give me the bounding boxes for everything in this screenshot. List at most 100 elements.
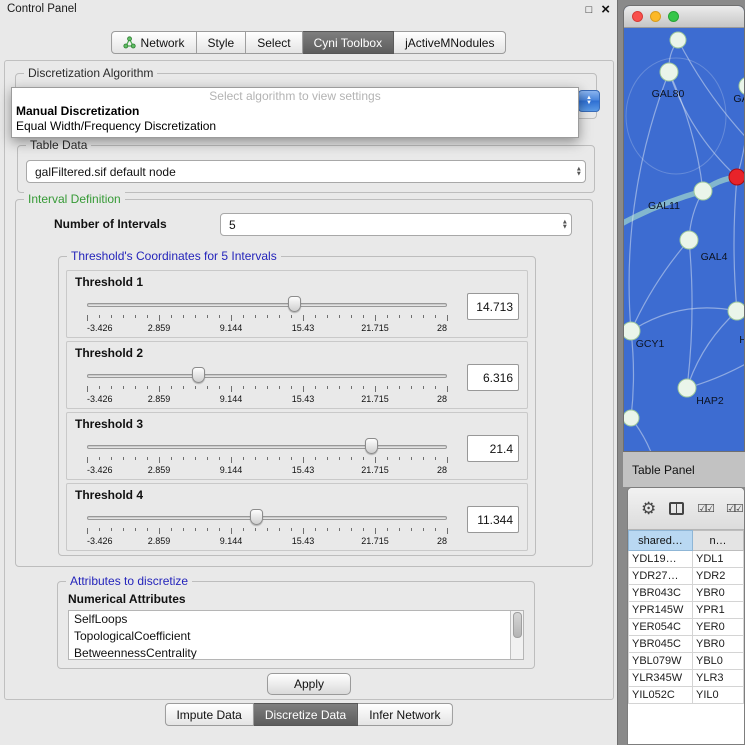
attribute-item[interactable]: TopologicalCoefficient — [69, 628, 523, 645]
gear-icon[interactable]: ⚙ — [641, 499, 656, 519]
table-cell[interactable]: YLR345W — [629, 670, 693, 687]
table-row[interactable]: YDR27…YDR2 — [629, 568, 744, 585]
network-node[interactable] — [624, 410, 639, 426]
algorithm-combobox-button[interactable]: ▲ ▼ — [578, 90, 600, 112]
column-header[interactable]: n… — [693, 531, 744, 551]
table-cell[interactable]: YDL1 — [693, 551, 744, 568]
cyni-mode-tab-impute-data[interactable]: Impute Data — [164, 703, 253, 726]
slider-thumb[interactable] — [192, 367, 205, 383]
threshold-slider[interactable]: -3.4262.8599.14415.4321.71528 — [87, 365, 447, 407]
apply-button[interactable]: Apply — [267, 673, 351, 695]
table-cell[interactable]: YDL19… — [629, 551, 693, 568]
network-window-titlebar[interactable] — [624, 6, 744, 28]
table-cell[interactable]: YER0 — [693, 619, 744, 636]
scrollbar-thumb[interactable] — [513, 612, 522, 638]
slider-track[interactable] — [87, 374, 447, 378]
toolbox-tab-bar: Network StyleSelectCyni ToolboxjActiveMNo… — [111, 31, 507, 54]
attribute-item[interactable]: SelfLoops — [69, 611, 523, 628]
toolbox-tab-select[interactable]: Select — [246, 31, 302, 54]
network-node[interactable] — [678, 379, 696, 397]
table-data-combobox[interactable]: galFiltered.sif default node ▲ ▼ — [26, 160, 586, 183]
toolbox-tab-style[interactable]: Style — [197, 31, 247, 54]
toolbox-tab-cyni-toolbox[interactable]: Cyni Toolbox — [303, 31, 394, 54]
table-cell[interactable]: YER054C — [629, 619, 693, 636]
columns-icon[interactable] — [669, 502, 684, 515]
table-row[interactable]: YER054CYER0 — [629, 619, 744, 636]
algorithm-option-placeholder[interactable]: Select algorithm to view settings — [12, 89, 578, 104]
table-row[interactable]: YPR145WYPR1 — [629, 602, 744, 619]
threshold-slider[interactable]: -3.4262.8599.14415.4321.71528 — [87, 507, 447, 549]
window-title: Control Panel — [7, 3, 77, 15]
minimize-traffic-light-icon[interactable] — [650, 11, 661, 22]
table-row[interactable]: YBR043CYBR0 — [629, 585, 744, 602]
threshold-panel: Threshold 3 -3.4262.8599.14415.4321.7152… — [66, 412, 528, 480]
slider-thumb[interactable] — [288, 296, 301, 312]
table-cell[interactable]: YLR3 — [693, 670, 744, 687]
table-cell[interactable]: YBR0 — [693, 585, 744, 602]
threshold-value-field[interactable]: 21.4 — [467, 435, 519, 462]
thresholds-group-label: Threshold's Coordinates for 5 Intervals — [67, 249, 281, 263]
stepper-down-icon: ▼ — [562, 225, 568, 231]
table-row[interactable]: YIL052CYIL0 — [629, 687, 744, 704]
network-edge — [734, 177, 737, 311]
slider-thumb[interactable] — [250, 509, 263, 525]
table-row[interactable]: YDL19…YDL1 — [629, 551, 744, 568]
network-node[interactable] — [670, 32, 686, 48]
attributes-scrollbar[interactable] — [510, 611, 523, 659]
slider-scale: -3.4262.8599.14415.4321.71528 — [87, 394, 447, 404]
table-cell[interactable]: YBR0 — [693, 636, 744, 653]
threshold-slider[interactable]: -3.4262.8599.14415.4321.71528 — [87, 294, 447, 336]
threshold-slider[interactable]: -3.4262.8599.14415.4321.71528 — [87, 436, 447, 478]
toolbox-tab-jactivemnodules[interactable]: jActiveMNodules — [394, 31, 506, 54]
table-cell[interactable]: YBR043C — [629, 585, 693, 602]
slider-thumb[interactable] — [365, 438, 378, 454]
cyni-mode-tab-bar: Impute Data Discretize DataInfer Network — [164, 703, 452, 726]
table-cell[interactable]: YDR2 — [693, 568, 744, 585]
network-node[interactable] — [728, 302, 745, 320]
cyni-mode-tab-infer-network[interactable]: Infer Network — [358, 703, 452, 726]
table-row[interactable]: YBL079WYBL0 — [629, 653, 744, 670]
select-columns-icon[interactable]: ☑☑ — [697, 502, 713, 515]
network-node[interactable] — [660, 63, 678, 81]
threshold-value-field[interactable]: 11.344 — [467, 506, 519, 533]
close-window-icon[interactable]: × — [601, 3, 610, 17]
cyni-mode-tab-discretize-data[interactable]: Discretize Data — [254, 703, 358, 726]
scale-tick-label: -3.426 — [87, 465, 113, 475]
toolbox-tab-network[interactable]: Network — [111, 31, 197, 54]
column-header[interactable]: shared… — [629, 531, 693, 551]
select-all-columns-icon[interactable]: ☑☑ — [726, 502, 742, 515]
slider-scale: -3.4262.8599.14415.4321.71528 — [87, 465, 447, 475]
network-canvas[interactable]: GAL80GAGAL11GAL4HGCY1HAP2 — [624, 28, 744, 451]
attribute-item[interactable]: BetweennessCentrality — [69, 645, 523, 660]
table-cell[interactable]: YPR1 — [693, 602, 744, 619]
table-cell[interactable]: YBL079W — [629, 653, 693, 670]
table-cell[interactable]: YIL052C — [629, 687, 693, 704]
float-window-icon[interactable]: □ — [586, 4, 593, 16]
close-traffic-light-icon[interactable] — [632, 11, 643, 22]
table-row[interactable]: YBR045CYBR0 — [629, 636, 744, 653]
algorithm-option-manual-discretization[interactable]: Manual Discretization — [12, 104, 578, 119]
table-cell[interactable]: YBR045C — [629, 636, 693, 653]
table-row[interactable]: YLR345WYLR3 — [629, 670, 744, 687]
table-cell[interactable]: YDR27… — [629, 568, 693, 585]
network-node[interactable] — [680, 231, 698, 249]
tab-label: Impute Data — [176, 708, 241, 722]
network-node[interactable] — [694, 182, 712, 200]
table-cell[interactable]: YPR145W — [629, 602, 693, 619]
slider-track[interactable] — [87, 516, 447, 520]
table-cell[interactable]: YIL0 — [693, 687, 744, 704]
table-cell[interactable]: YBL0 — [693, 653, 744, 670]
threshold-value-field[interactable]: 14.713 — [467, 293, 519, 320]
network-node-selected[interactable] — [729, 169, 745, 185]
slider-track[interactable] — [87, 303, 447, 307]
slider-track[interactable] — [87, 445, 447, 449]
number-of-intervals-combobox[interactable]: 5 ▲ ▼ — [220, 213, 572, 236]
algorithm-option-equal-width-frequency[interactable]: Equal Width/Frequency Discretization — [12, 119, 578, 134]
threshold-value-field[interactable]: 6.316 — [467, 364, 519, 391]
zoom-traffic-light-icon[interactable] — [668, 11, 679, 22]
table-panel-header[interactable]: Table Panel — [623, 452, 745, 487]
control-panel-titlebar[interactable]: Control Panel □ × — [0, 0, 617, 20]
numerical-attributes-list[interactable]: SelfLoopsTopologicalCoefficientBetweenne… — [68, 610, 524, 660]
scale-tick-label: 9.144 — [220, 536, 243, 546]
tab-label: Network — [141, 36, 185, 50]
